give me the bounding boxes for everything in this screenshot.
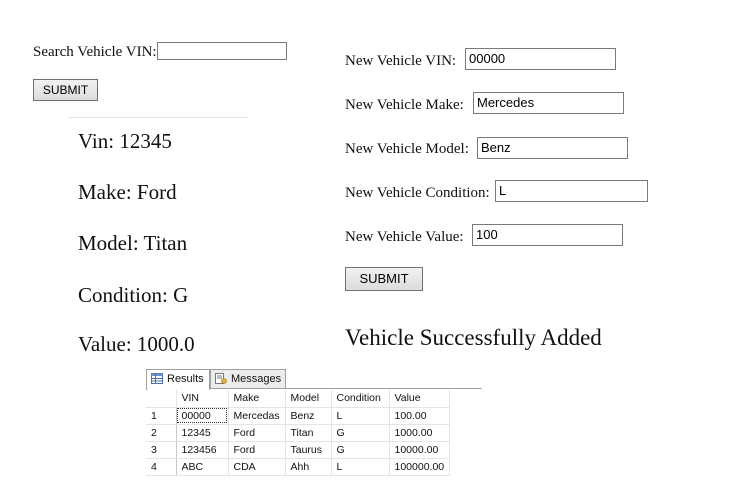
cell-value[interactable]: 100.00 <box>389 407 450 425</box>
cell-condition[interactable]: G <box>331 424 390 442</box>
status-message: Vehicle Successfully Added <box>345 325 602 350</box>
new-condition-label: New Vehicle Condition: <box>345 185 490 201</box>
tab-messages-label: Messages <box>231 373 282 385</box>
new-vin-input[interactable]: 00000 <box>465 48 616 70</box>
cell-model[interactable]: Taurus <box>285 441 332 459</box>
detail-condition: Condition: G <box>78 283 189 307</box>
tab-results[interactable]: Results <box>146 369 210 390</box>
new-model-input[interactable]: Benz <box>477 137 628 159</box>
cell-model[interactable]: Titan <box>285 424 332 442</box>
detail-model: Model: Titan <box>78 231 188 255</box>
cell-value[interactable]: 100000.00 <box>389 458 450 476</box>
search-vin-input[interactable] <box>157 42 287 60</box>
new-make-label: New Vehicle Make: <box>345 97 464 113</box>
cell-vin[interactable]: ABC <box>176 458 229 476</box>
grid-icon <box>151 373 163 384</box>
row-number[interactable]: 3 <box>146 441 177 459</box>
cell-vin[interactable]: 00000 <box>176 407 229 425</box>
row-number-header <box>146 390 177 408</box>
new-condition-input[interactable]: L <box>495 180 648 202</box>
row-number[interactable]: 1 <box>146 407 177 425</box>
table-row: 3 123456 Ford Taurus G 10000.00 <box>146 441 450 459</box>
results-tabbar: Results Messages <box>146 368 482 390</box>
cell-model[interactable]: Benz <box>285 407 332 425</box>
table-row: 2 12345 Ford Titan G 1000.00 <box>146 424 450 442</box>
detail-vin: Vin: 12345 <box>78 129 172 153</box>
search-vin-label: Search Vehicle VIN: <box>33 44 157 60</box>
search-submit-button[interactable]: SUBMIT <box>33 79 98 101</box>
row-number[interactable]: 4 <box>146 458 177 476</box>
tab-results-label: Results <box>167 373 204 385</box>
cell-vin[interactable]: 12345 <box>176 424 229 442</box>
cell-make[interactable]: Ford <box>228 424 286 442</box>
new-make-input[interactable]: Mercedes <box>473 92 624 114</box>
column-header-condition[interactable]: Condition <box>331 390 390 408</box>
table-row: 1 00000 Mercedas Benz L 100.00 <box>146 407 450 425</box>
section-divider <box>68 117 248 118</box>
cell-value[interactable]: 1000.00 <box>389 424 450 442</box>
results-table: VIN Make Model Condition Value 1 00000 M… <box>146 390 450 476</box>
row-number[interactable]: 2 <box>146 424 177 442</box>
column-header-value[interactable]: Value <box>389 390 450 408</box>
cell-vin[interactable]: 123456 <box>176 441 229 459</box>
new-model-label: New Vehicle Model: <box>345 141 469 157</box>
cell-model[interactable]: Ahh <box>285 458 332 476</box>
new-value-input[interactable]: 100 <box>472 224 623 246</box>
new-value-label: New Vehicle Value: <box>345 229 464 245</box>
tab-messages[interactable]: Messages <box>210 369 286 388</box>
cell-make[interactable]: Mercedas <box>228 407 286 425</box>
cell-condition[interactable]: L <box>331 458 390 476</box>
table-row: 4 ABC CDA Ahh L 100000.00 <box>146 458 450 476</box>
cell-condition[interactable]: G <box>331 441 390 459</box>
cell-value[interactable]: 10000.00 <box>389 441 450 459</box>
column-header-model[interactable]: Model <box>285 390 332 408</box>
column-header-make[interactable]: Make <box>228 390 286 408</box>
messages-icon <box>215 373 227 384</box>
cell-make[interactable]: CDA <box>228 458 286 476</box>
new-vehicle-submit-button[interactable]: SUBMIT <box>345 267 423 291</box>
cell-make[interactable]: Ford <box>228 441 286 459</box>
new-vin-label: New Vehicle VIN: <box>345 53 457 69</box>
column-header-vin[interactable]: VIN <box>176 390 229 408</box>
detail-make: Make: Ford <box>78 180 177 204</box>
table-header-row: VIN Make Model Condition Value <box>146 390 450 408</box>
cell-condition[interactable]: L <box>331 407 390 425</box>
detail-value: Value: 1000.0 <box>78 332 195 356</box>
results-panel: Results Messages VIN Make Model Conditio… <box>146 368 482 490</box>
